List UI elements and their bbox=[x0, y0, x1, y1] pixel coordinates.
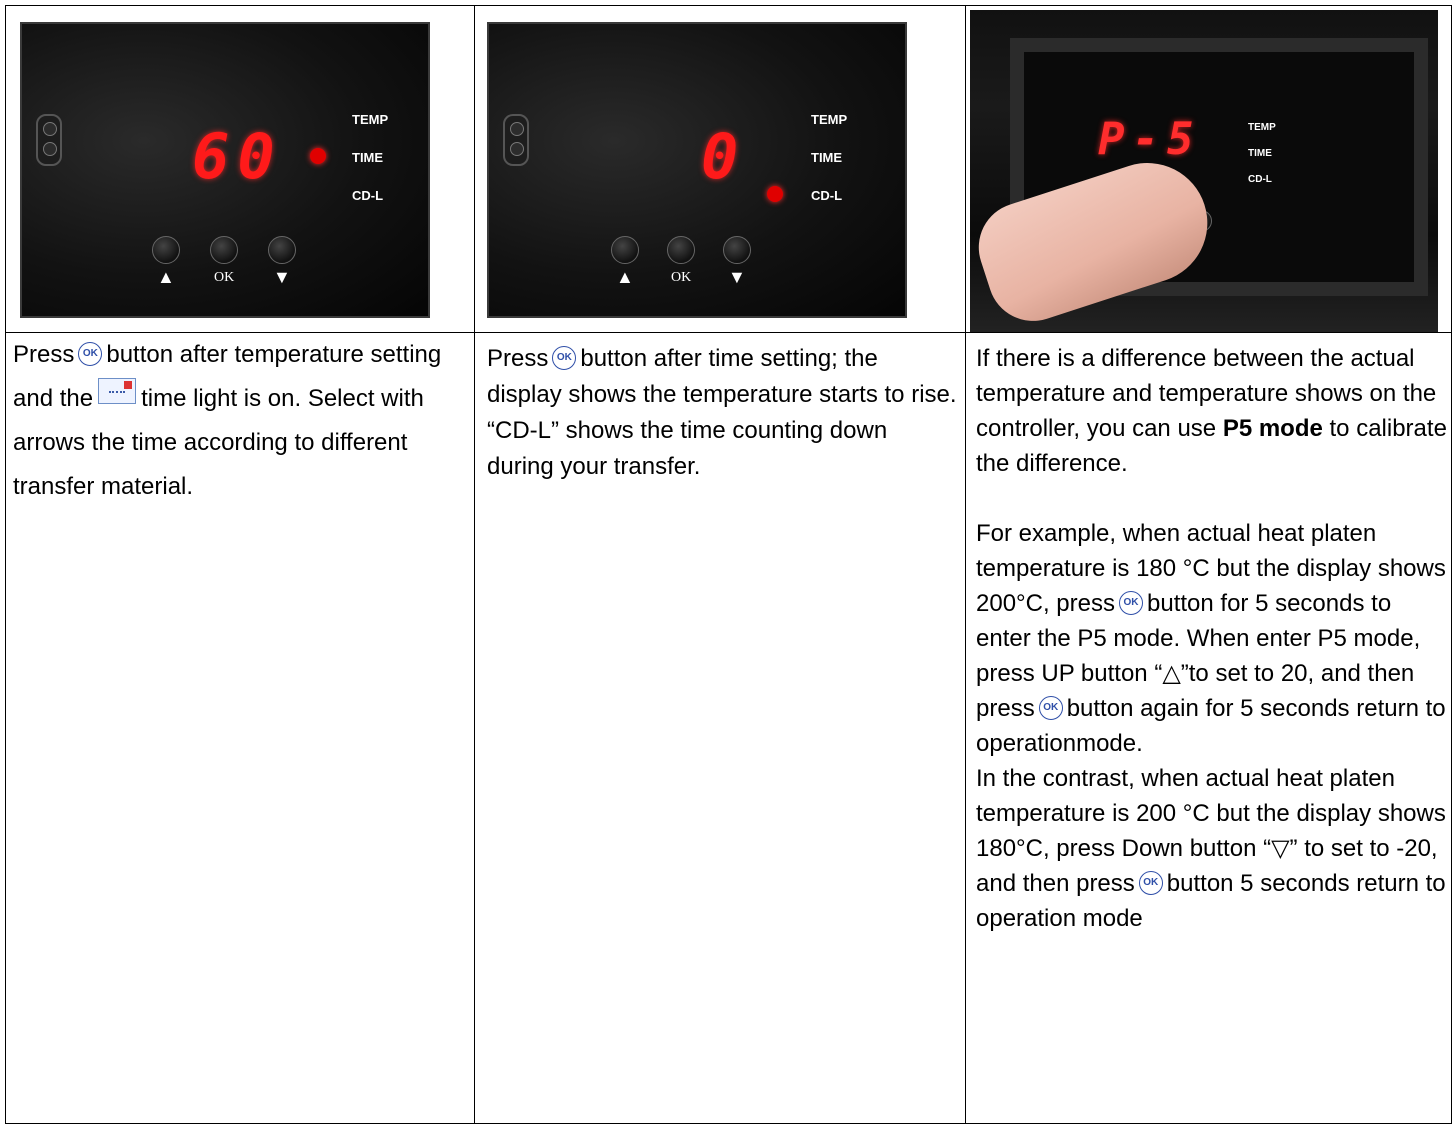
text-cell-1: Press OK button after temperature setting … bbox=[5, 332, 475, 1124]
label-temp: TEMP bbox=[1248, 122, 1276, 133]
label-cdl: CD-L bbox=[811, 188, 843, 203]
col3-paragraph-3: In the contrast, when actual heat platen… bbox=[976, 761, 1447, 936]
col3-paragraph-2: For example, when actual heat platen tem… bbox=[976, 516, 1447, 761]
up-button bbox=[611, 236, 639, 264]
up-button bbox=[152, 236, 180, 264]
down-button bbox=[268, 236, 296, 264]
label-temp: TEMP bbox=[352, 112, 389, 127]
ok-label: OK bbox=[214, 270, 235, 285]
col3-paragraph-1: If there is a difference between the act… bbox=[976, 341, 1447, 481]
col2-part1: Press bbox=[487, 345, 549, 372]
photo-cell-1: 60 TEMP TIME CD-L ▲ OK ▼ bbox=[5, 5, 475, 333]
time-panel-icon bbox=[98, 378, 137, 404]
text-cell-3: If there is a difference between the act… bbox=[965, 332, 1452, 1124]
calibration-photo: P-5 TEMP TIME CD-L bbox=[970, 10, 1438, 332]
up-arrow-icon: ▲ bbox=[157, 267, 175, 287]
label-time: TIME bbox=[811, 150, 843, 165]
text-cell-2: Press OK button after time setting; the di… bbox=[474, 332, 966, 1124]
control-panel-photo: 60 TEMP TIME CD-L ▲ OK ▼ bbox=[20, 22, 430, 318]
photo-cell-3: P-5 TEMP TIME CD-L bbox=[965, 5, 1452, 333]
ok-icon: OK bbox=[78, 342, 103, 366]
control-panel-photo: 0 TEMP TIME CD-L ▲ OK ▼ bbox=[487, 22, 907, 318]
label-temp: TEMP bbox=[811, 112, 848, 127]
panel-clip bbox=[36, 114, 62, 166]
label-cdl: CD-L bbox=[1248, 174, 1272, 185]
indicator-led bbox=[767, 186, 783, 202]
label-cdl: CD-L bbox=[352, 188, 384, 203]
col2-text: Press OK button after time setting; the di… bbox=[475, 333, 965, 485]
down-arrow-icon: ▼ bbox=[728, 267, 746, 287]
display-readout: 60 bbox=[192, 120, 283, 193]
display-readout: 0 bbox=[701, 120, 747, 193]
p5-mode-bold: P5 mode bbox=[1222, 415, 1323, 442]
label-time: TIME bbox=[1248, 148, 1272, 159]
ok-icon: OK bbox=[1038, 696, 1063, 720]
col1-text: Press OK button after temperature setting … bbox=[6, 333, 474, 509]
down-button bbox=[723, 236, 751, 264]
ok-icon: OK bbox=[1119, 591, 1143, 615]
ok-button bbox=[667, 236, 695, 264]
ok-icon: OK bbox=[1138, 871, 1163, 895]
ok-icon: OK bbox=[552, 346, 577, 370]
panel-clip bbox=[503, 114, 529, 166]
col1-part1: Press bbox=[13, 341, 75, 368]
ok-button bbox=[210, 236, 238, 264]
display-readout: P-5 bbox=[1098, 114, 1202, 165]
photo-cell-2: 0 TEMP TIME CD-L ▲ OK ▼ bbox=[474, 5, 966, 333]
col3-text: If there is a difference between the act… bbox=[966, 333, 1451, 936]
label-time: TIME bbox=[352, 150, 384, 165]
ok-label: OK bbox=[671, 270, 692, 285]
up-arrow-icon: ▲ bbox=[616, 267, 634, 287]
instruction-table: 60 TEMP TIME CD-L ▲ OK ▼ 0 TEMP TIME CD-… bbox=[5, 5, 1452, 1124]
down-arrow-icon: ▼ bbox=[273, 267, 291, 287]
indicator-led bbox=[310, 148, 326, 164]
